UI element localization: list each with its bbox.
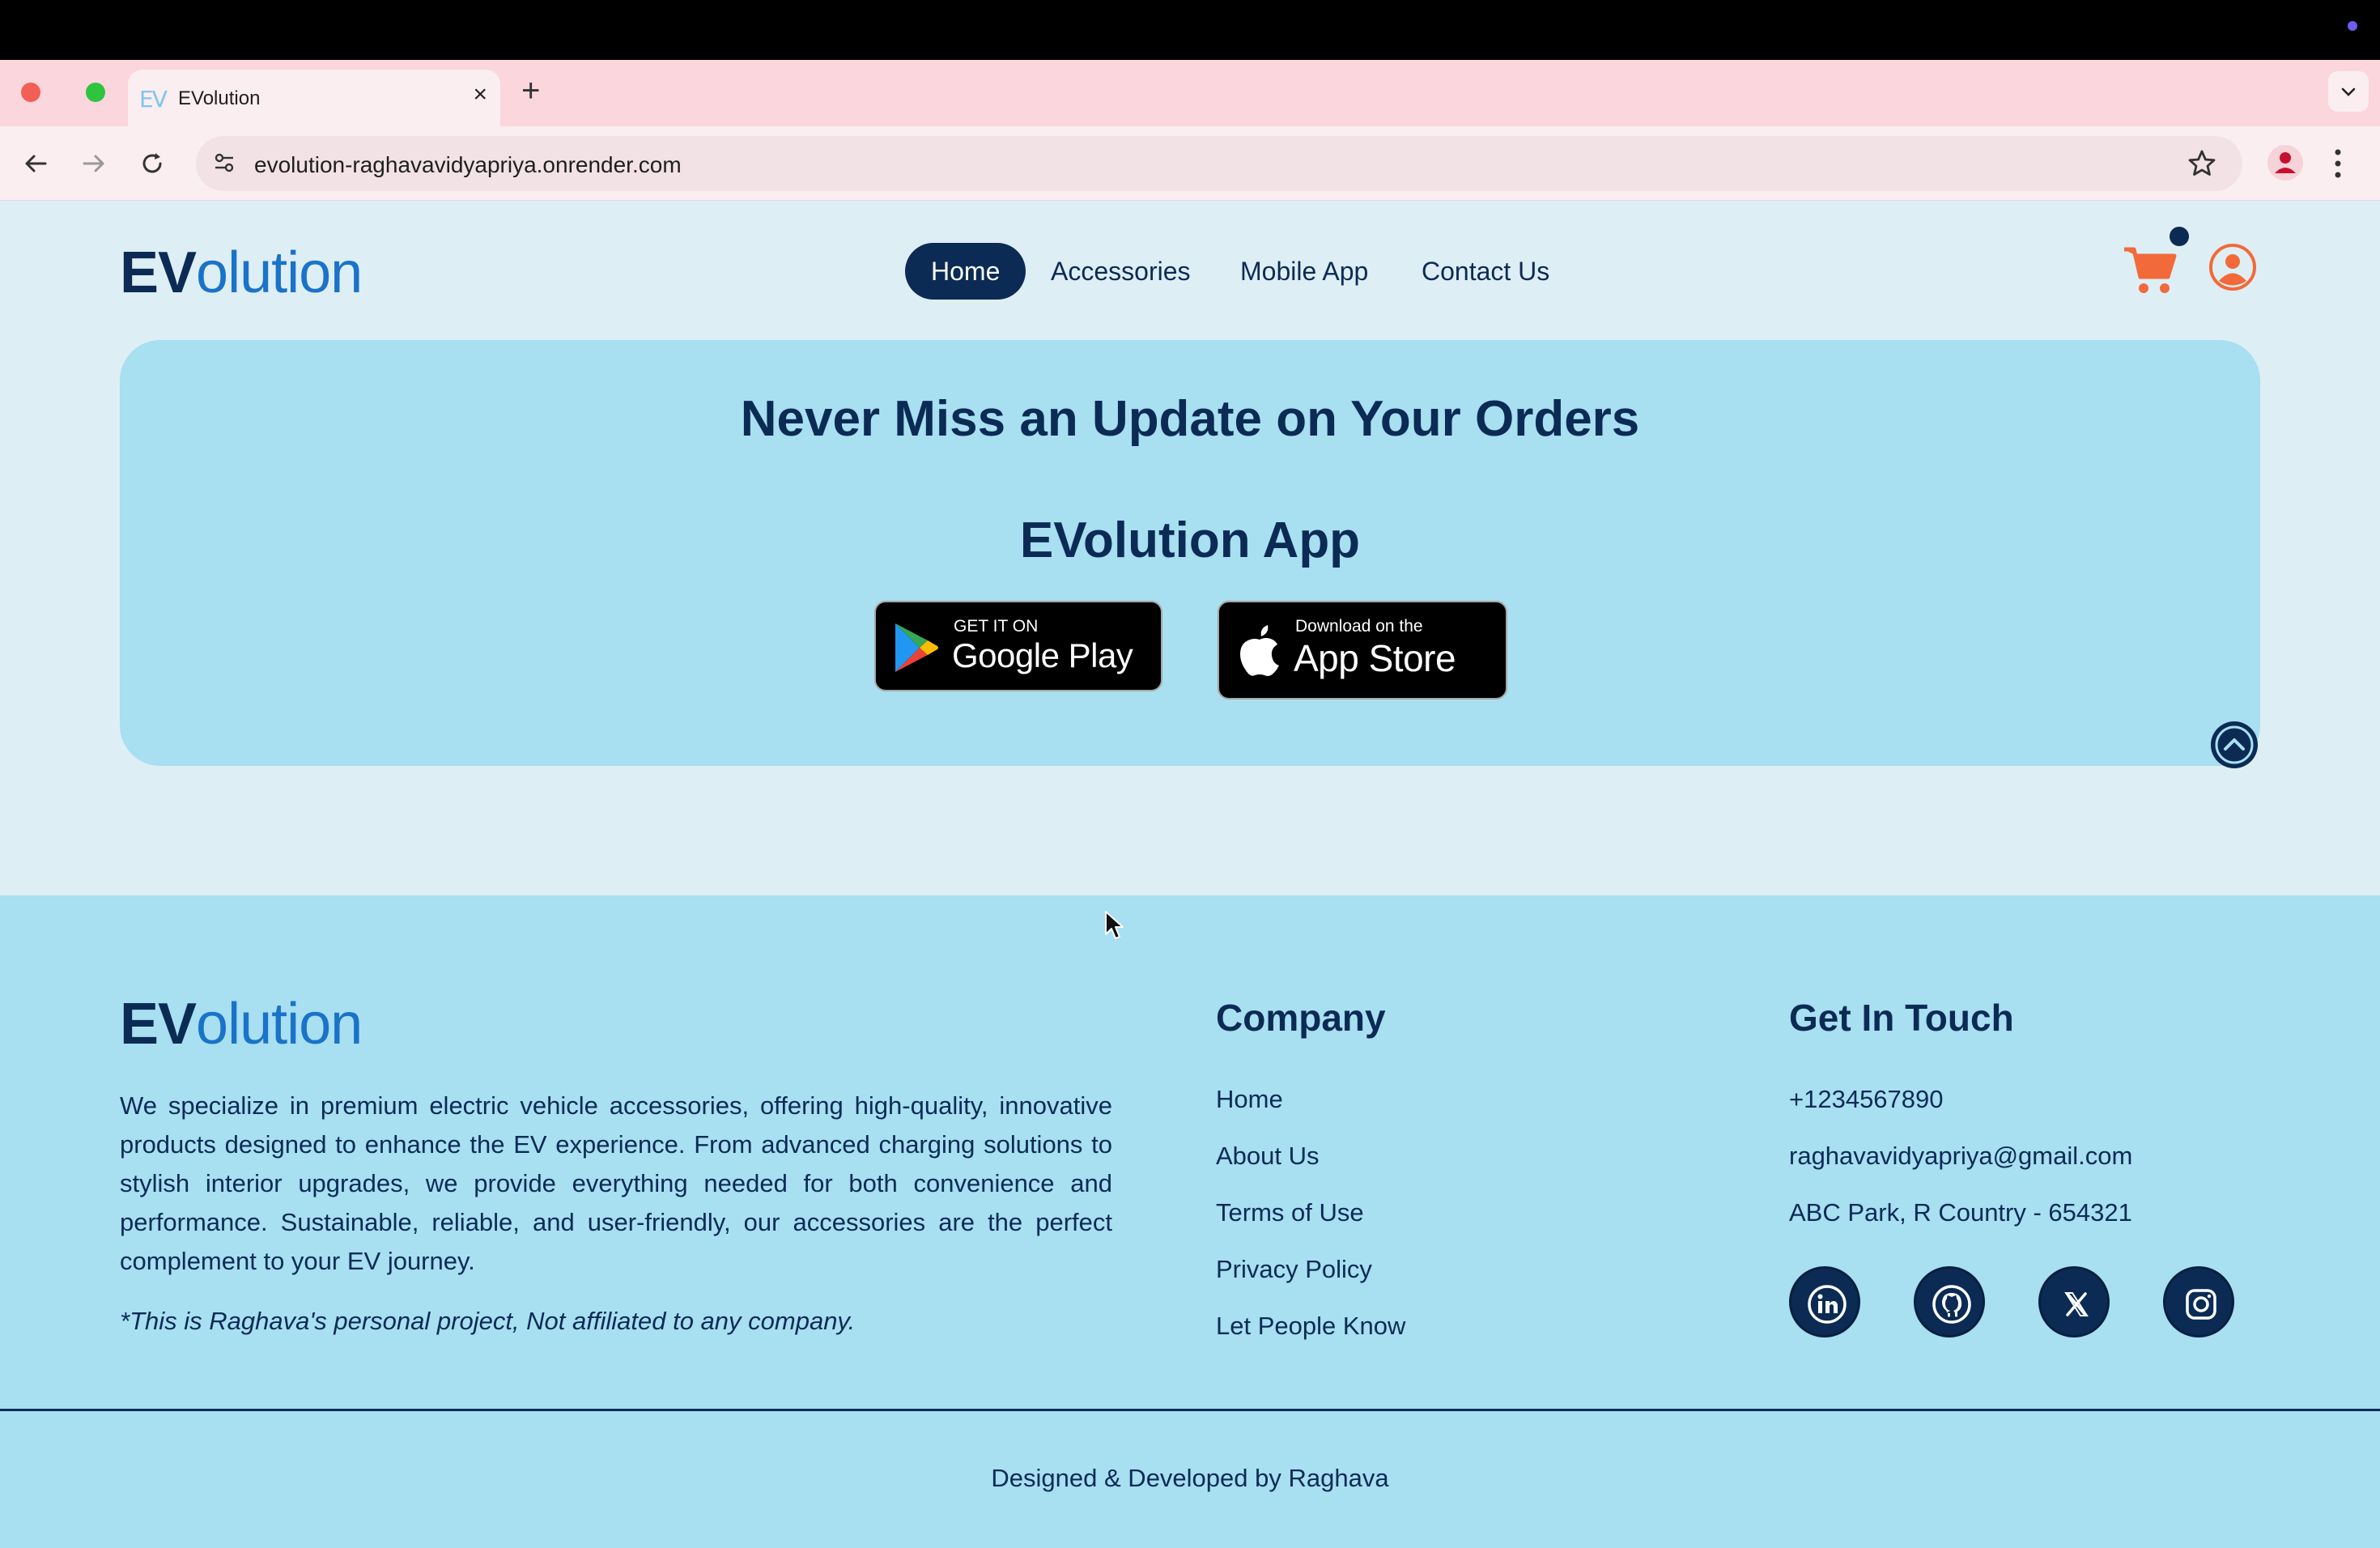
favicon-icon: EV xyxy=(139,86,168,113)
scroll-to-top-icon[interactable] xyxy=(2208,719,2260,771)
nav-mobile-app[interactable]: Mobile App xyxy=(1240,243,1368,300)
footer-divider xyxy=(0,1409,2380,1411)
footer-logo-rest: olution xyxy=(196,992,363,1057)
linkedin-link[interactable] xyxy=(1789,1266,1860,1337)
account-icon[interactable] xyxy=(2208,243,2257,291)
window-zoom-button[interactable] xyxy=(86,83,105,102)
nav-accessories[interactable]: Accessories xyxy=(1051,243,1191,300)
nav-home[interactable]: Home xyxy=(905,243,1026,300)
web-page: EVolution Home Accessories Mobile App Co… xyxy=(0,201,2380,1548)
footer-link-privacy[interactable]: Privacy Policy xyxy=(1216,1255,1372,1284)
about-text: We specialize in premium electric vehicl… xyxy=(120,1091,1112,1275)
bookmark-star-icon[interactable] xyxy=(2186,147,2218,180)
browser-menu-icon[interactable] xyxy=(2331,147,2344,180)
site-info-icon[interactable] xyxy=(210,149,238,176)
github-icon xyxy=(1932,1285,1971,1324)
back-icon[interactable] xyxy=(21,149,50,178)
contact-phone[interactable]: +1234567890 xyxy=(1789,1085,1944,1114)
url-text: evolution-raghavavidyapriya.onrender.com xyxy=(254,152,682,177)
address-bar[interactable]: evolution-raghavavidyapriya.onrender.com xyxy=(196,136,2242,191)
browser-tabstrip: EV EVolution × + xyxy=(0,60,2380,126)
contact-heading: Get In Touch xyxy=(1789,997,2014,1039)
promo-title: Never Miss an Update on Your Orders xyxy=(740,391,1640,447)
disclaimer-text: *This is Raghava's personal project, Not… xyxy=(120,1307,856,1335)
instagram-icon xyxy=(2186,1289,2216,1320)
promo-subtitle: EVolution App xyxy=(1019,512,1361,568)
x-link[interactable] xyxy=(2038,1266,2110,1337)
nav-contact-us[interactable]: Contact Us xyxy=(1422,243,1549,300)
reload-icon[interactable] xyxy=(138,149,167,178)
site-logo[interactable]: EVolution xyxy=(120,240,363,306)
google-play-small-text: GET IT ON xyxy=(954,617,1039,636)
status-dot xyxy=(2348,21,2357,31)
contact-address: ABC Park, R Country - 654321 xyxy=(1789,1198,2132,1227)
github-link[interactable] xyxy=(1914,1266,1985,1337)
app-store-small-text: Download on the xyxy=(1295,617,1423,636)
chevron-down-icon xyxy=(2341,87,2356,96)
footer-link-about-us[interactable]: About Us xyxy=(1216,1142,1320,1171)
footer-logo-ev: EV xyxy=(120,992,197,1057)
instagram-link[interactable] xyxy=(2163,1266,2234,1337)
tab-title: EVolution xyxy=(178,87,261,109)
tab-search-button[interactable] xyxy=(2328,71,2369,112)
forward-icon[interactable] xyxy=(79,149,108,178)
site-footer: EVolution We specialize in premium elect… xyxy=(0,895,2380,1548)
browser-tab[interactable]: EV EVolution × xyxy=(128,70,500,126)
google-play-big-text: Google Play xyxy=(952,636,1133,674)
logo-rest: olution xyxy=(196,240,363,305)
x-icon xyxy=(2064,1292,2089,1316)
linkedin-icon xyxy=(1808,1285,1847,1324)
site-header: EVolution Home Accessories Mobile App Co… xyxy=(0,201,2380,338)
footer-link-terms[interactable]: Terms of Use xyxy=(1216,1198,1364,1227)
mouse-cursor-icon xyxy=(1105,911,1124,939)
tab-close-icon[interactable]: × xyxy=(473,83,487,107)
google-play-icon xyxy=(895,623,938,672)
browser-toolbar: evolution-raghavavidyapriya.onrender.com xyxy=(0,126,2380,201)
contact-email[interactable]: raghavavidyapriya@gmail.com xyxy=(1789,1142,2132,1171)
company-heading: Company xyxy=(1216,997,1386,1039)
footer-link-home[interactable]: Home xyxy=(1216,1085,1283,1114)
apple-icon xyxy=(1240,625,1279,676)
credit-text: Designed & Developed by Raghava xyxy=(991,1464,1389,1492)
cart-icon[interactable] xyxy=(2121,240,2181,300)
logo-ev: EV xyxy=(120,240,197,305)
window-close-button[interactable] xyxy=(21,83,40,102)
app-promo-banner: Never Miss an Update on Your Orders EVol… xyxy=(120,340,2260,766)
cart-badge xyxy=(2170,227,2189,246)
app-store-big-text: App Store xyxy=(1294,637,1456,679)
app-store-button[interactable]: Download on the App Store xyxy=(1218,601,1507,700)
footer-logo[interactable]: EVolution xyxy=(120,991,363,1057)
system-menu-bar xyxy=(0,0,2380,60)
new-tab-button[interactable]: + xyxy=(521,74,540,107)
browser-profile-icon[interactable] xyxy=(2267,144,2304,181)
google-play-button[interactable]: GET IT ON Google Play xyxy=(874,601,1162,691)
footer-link-let-people-know[interactable]: Let People Know xyxy=(1216,1312,1405,1341)
